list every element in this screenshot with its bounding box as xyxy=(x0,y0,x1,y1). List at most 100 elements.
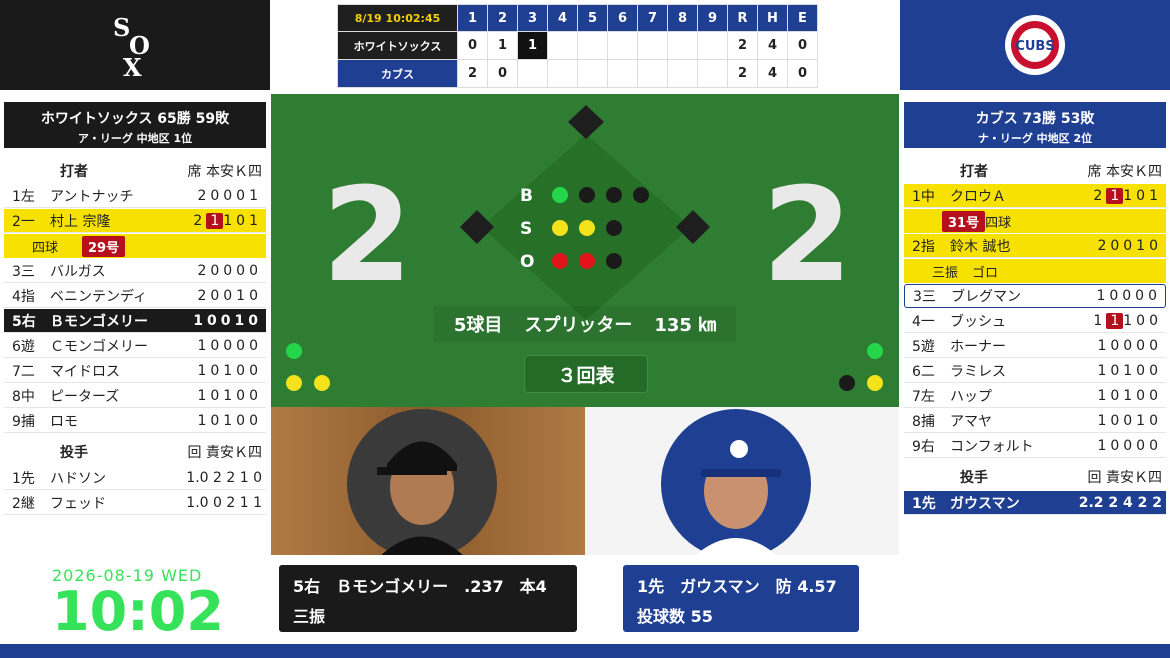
away-inning-score: 1 xyxy=(487,31,518,60)
inning-header: 7 xyxy=(637,4,668,32)
home-big-score: 2 xyxy=(762,159,853,311)
player-name: ブッシュ xyxy=(950,313,1006,330)
player-stats: 10010 xyxy=(193,313,266,329)
position: 1左 xyxy=(12,188,35,205)
home-side-light xyxy=(839,375,855,391)
home-inning-score xyxy=(667,59,698,88)
player-stats: 10100 xyxy=(197,413,266,429)
away-hits: 4 xyxy=(757,31,788,60)
away-side-light xyxy=(314,375,330,391)
away-big-score: 2 xyxy=(322,159,413,311)
player-name: ラミレス xyxy=(950,363,1006,380)
stat-value: 1 xyxy=(1093,312,1107,329)
strike-light-3 xyxy=(606,220,622,236)
ball-light-3 xyxy=(606,187,622,203)
home-batter-row: 3三 ブレグマン 10000 xyxy=(904,284,1166,308)
player-stats: 2 1 101 xyxy=(1093,187,1166,204)
stat-value: 2 xyxy=(193,212,207,229)
position: 5右 xyxy=(12,313,36,330)
stat-value: 10100 xyxy=(197,362,262,379)
player-name: ロモ xyxy=(50,413,78,430)
at-bat-result: 四球 xyxy=(32,240,59,256)
away-pitcher-row: 1先 ハドソン 1.0 2 2 1 0 xyxy=(4,466,266,490)
strike-light-1 xyxy=(552,220,568,236)
pitcher-info-box: 1先 ガウスマン 防 4.57 投球数 55 xyxy=(623,565,859,632)
home-batter-row: 7左 ハップ 10100 xyxy=(904,384,1166,408)
pitcher-photo xyxy=(585,407,899,555)
home-league-standing: ナ・リーグ 中地区 2位 xyxy=(977,132,1093,145)
player-stats: 1.0 2 2 1 0 xyxy=(186,470,266,486)
header-label: 打者 xyxy=(60,164,88,180)
position: 2指 xyxy=(912,238,935,255)
home-hits: 4 xyxy=(757,59,788,88)
position: 1中 xyxy=(912,188,935,205)
player-stats: 10100 xyxy=(197,363,266,379)
player-name: ブレグマン xyxy=(951,289,1021,305)
position: 3三 xyxy=(913,289,936,305)
player-name: ハドソン xyxy=(50,470,106,487)
player-name: Ｂモンゴメリー xyxy=(50,313,148,330)
header-cols: 席 本安Ｋ四 xyxy=(187,164,262,180)
position: 1先 xyxy=(912,495,936,512)
out-light-3 xyxy=(606,253,622,269)
stat-value: 10100 xyxy=(197,412,262,429)
position: 9捕 xyxy=(12,413,35,430)
away-batter-row: 7二 マイドロス 10100 xyxy=(4,359,266,383)
inning-header: 2 xyxy=(487,4,518,32)
line-score: 8/19 10:02:45 1 2 3 4 5 6 7 8 9 R H E ホワ… xyxy=(337,4,818,88)
away-panel-title: ホワイトソックス 65勝 59敗 ア・リーグ 中地区 1位 xyxy=(4,102,266,148)
away-batter-row: 2一 村上 宗隆 2 1 101 xyxy=(4,209,266,233)
svg-text:S: S xyxy=(113,13,130,42)
position: 1先 xyxy=(12,470,35,487)
away-inning-score xyxy=(577,31,608,60)
inning-header: 4 xyxy=(547,4,578,32)
stat-value: 20010 xyxy=(197,287,262,304)
stat-value: 20010 xyxy=(1097,237,1162,254)
player-name: アントナッチ xyxy=(50,188,134,205)
home-batter-row: 8捕 アマヤ 10010 xyxy=(904,409,1166,433)
home-batter-row: 4一 ブッシュ 1 1 100 xyxy=(904,309,1166,333)
pitch-count: 投球数 55 xyxy=(637,607,713,626)
home-runs: 2 xyxy=(727,59,758,88)
position: 5遊 xyxy=(912,338,935,355)
position: 7二 xyxy=(12,363,35,380)
away-batter-row: 5右 Ｂモンゴメリー 10010 xyxy=(4,309,266,333)
header-cols: 回 責安Ｋ四 xyxy=(1087,470,1162,486)
at-bat-result: 四球 xyxy=(985,215,1012,231)
stat-highlight: 1 xyxy=(1106,312,1124,329)
stat-value: 10100 xyxy=(1097,362,1162,379)
player-name: マイドロス xyxy=(50,363,120,380)
stat-highlight: 1 xyxy=(206,212,224,229)
player-stats: 20010 xyxy=(1097,238,1166,254)
cubs-logo: CUBS xyxy=(900,0,1170,90)
white-sox-logo: S O X xyxy=(0,0,270,90)
stat-value: 10010 xyxy=(193,312,262,329)
pitch-number: 5球目 xyxy=(453,315,503,336)
ball-light-2 xyxy=(579,187,595,203)
away-runs: 2 xyxy=(727,31,758,60)
away-inning-score xyxy=(697,31,728,60)
clock-time: 10:02 xyxy=(52,580,224,643)
away-batter-detail: 四球 29号 xyxy=(4,234,266,258)
stat-value: 1.0 0 2 1 1 xyxy=(186,494,262,511)
player-name: ガウスマン xyxy=(950,495,1020,512)
stat-highlight: 1 xyxy=(1106,187,1124,204)
batter-photo xyxy=(271,407,585,555)
position: 2継 xyxy=(12,495,35,512)
player-name: クロウＡ xyxy=(950,188,1006,205)
position: 6二 xyxy=(912,363,935,380)
away-errors: 0 xyxy=(787,31,818,60)
batter-last-result: 三振 xyxy=(293,607,326,626)
batter-portrait-icon xyxy=(377,441,463,555)
position: 4一 xyxy=(912,313,935,330)
away-league-standing: ア・リーグ 中地区 1位 xyxy=(77,132,193,145)
player-stats: 2.2 2 4 2 2 xyxy=(1079,495,1166,511)
strike-light-2 xyxy=(579,220,595,236)
player-stats: 10000 xyxy=(1097,438,1166,454)
position: 4指 xyxy=(12,288,35,305)
pitcher-avatar xyxy=(661,409,811,555)
bottom-bar xyxy=(0,644,1170,658)
player-stats: 10010 xyxy=(1097,413,1166,429)
pitcher-info-line: 1先 ガウスマン 防 4.57 xyxy=(637,577,837,596)
stat-value: 10100 xyxy=(1097,387,1162,404)
